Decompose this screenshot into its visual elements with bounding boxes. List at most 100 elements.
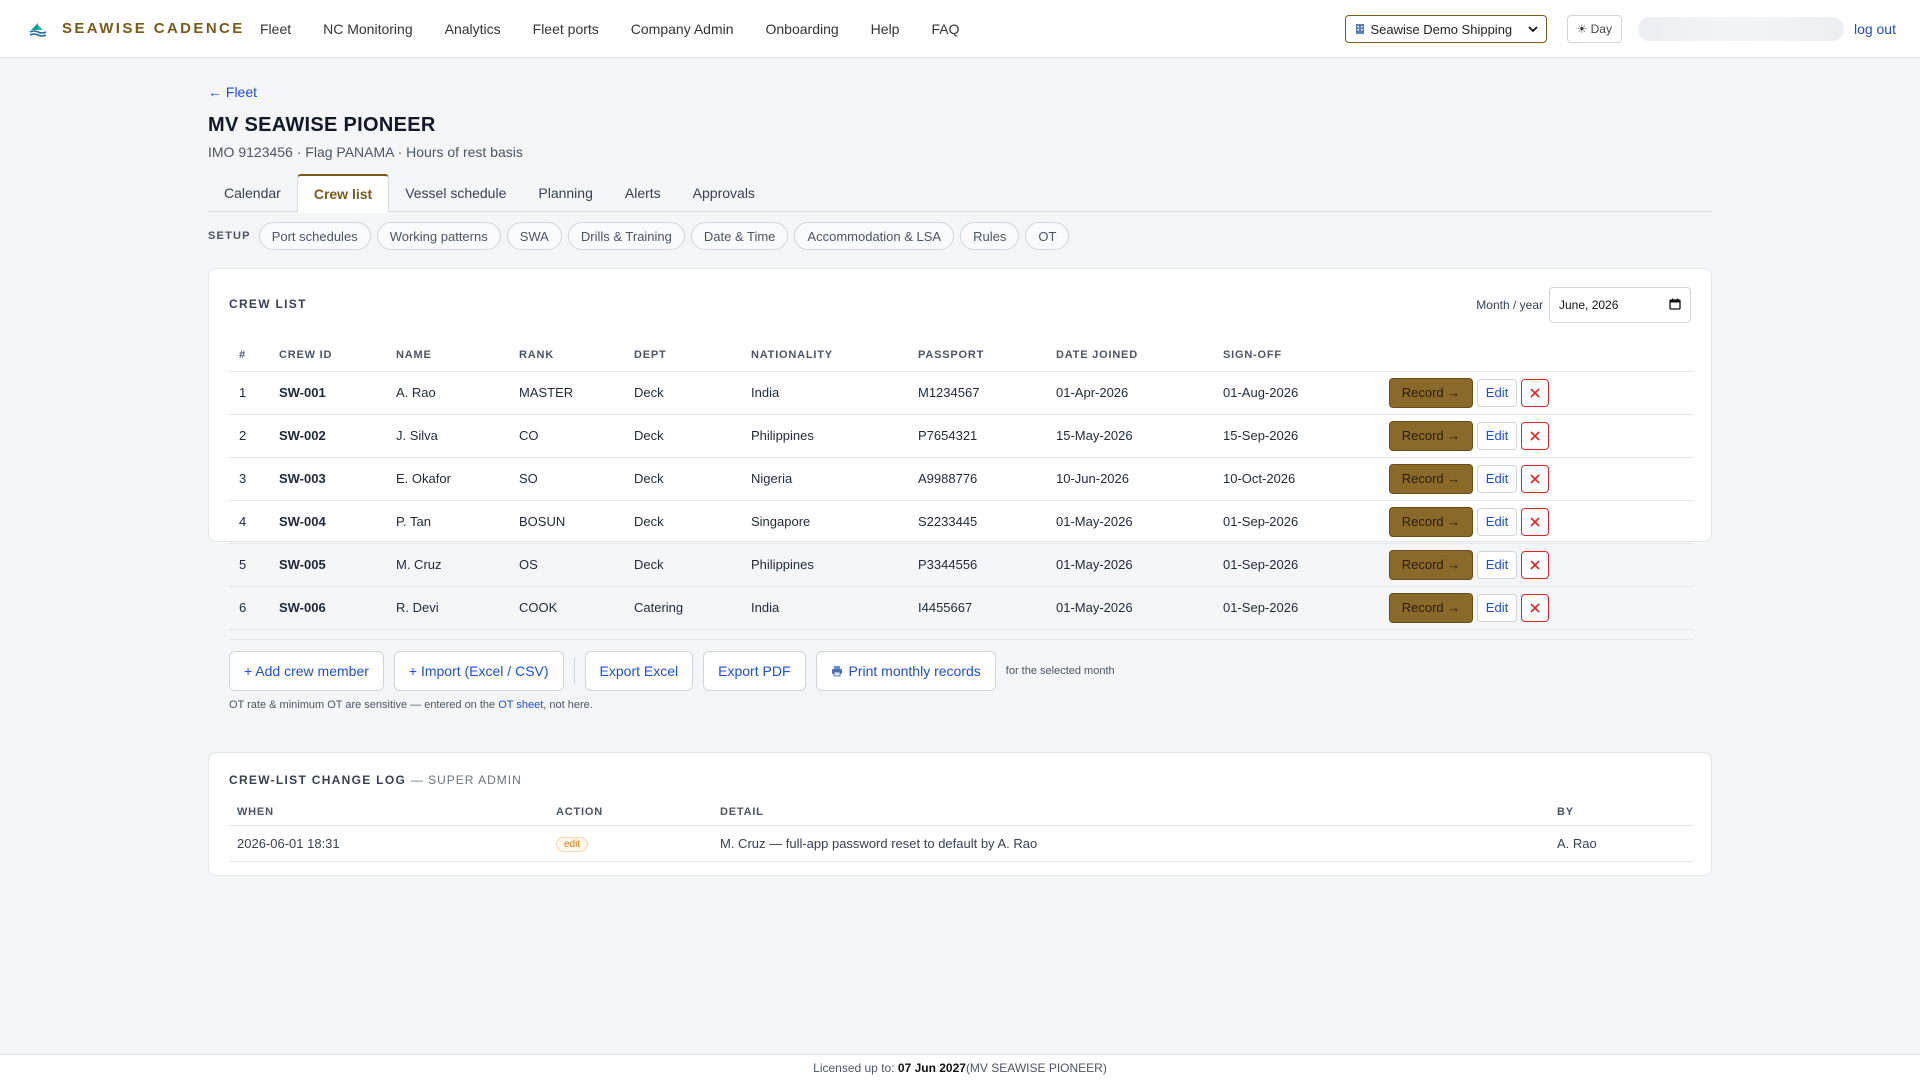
print-hint: for the selected month [1005,665,1115,677]
logout-link[interactable]: log out [1854,21,1896,37]
record-button[interactable]: Record → [1389,377,1473,408]
setup-swa[interactable]: SWA [506,222,562,250]
add-crew-member-button[interactable]: + Add crew member [229,651,384,691]
setup-rules[interactable]: Rules [960,222,1020,250]
setup-accommodation-lsa[interactable]: Accommodation & LSA [794,222,955,250]
export-pdf-button[interactable]: Export PDF [703,651,806,691]
crew-id: SW-001 [269,371,386,415]
delete-button[interactable] [1521,378,1549,407]
button-separator [573,658,575,684]
license-date: 07 Jun 2027 [897,1060,966,1075]
nav-nc-monitoring[interactable]: NC Monitoring [323,21,412,37]
change-log-header: WHEN ACTION DETAIL BY [229,799,1693,826]
delete-button[interactable] [1521,464,1549,493]
crew-actions: Record → Edit [1379,414,1693,458]
setup-port-schedules[interactable]: Port schedules [258,222,371,250]
tab-approvals[interactable]: Approvals [677,174,771,212]
delete-button[interactable] [1521,593,1549,622]
month-year-label: Month / year [1476,298,1543,312]
crew-list-card: CREW LIST Month / year June, 2026 # CREW… [208,268,1712,711]
chevron-down-icon [1527,22,1538,37]
brand[interactable]: SEAWISE CADENCE [28,19,260,39]
import-button[interactable]: + Import (Excel / CSV) [393,651,564,691]
crew-date-joined: 01-May-2026 [1046,543,1213,587]
license-footer: Licensed up to: 07 Jun 2027 (MV SEAWISE … [0,1054,1920,1080]
crew-passport: M1234567 [908,371,1046,415]
theme-toggle-button[interactable]: ☀ Day [1566,15,1622,43]
nav-onboarding[interactable]: Onboarding [766,21,839,37]
delete-button[interactable] [1521,507,1549,536]
table-row: 4 SW-004 P. Tan BOSUN Deck Singapore S2233445 0… [229,500,1693,544]
row-actions: Record → Edit [1389,549,1683,580]
page-title: MV SEAWISE PIONEER [208,114,436,136]
edit-button[interactable]: Edit [1477,550,1517,579]
crew-date-joined: 01-Apr-2026 [1046,371,1213,415]
crew-name: R. Devi [386,586,509,630]
crew-sign-off: 01-Sep-2026 [1213,543,1379,587]
crew-nationality: Philippines [741,543,908,587]
action-badge: edit [556,836,589,852]
crew-name: M. Cruz [386,543,509,587]
export-excel-button[interactable]: Export Excel [584,651,694,691]
print-monthly-records-button[interactable]: Print monthly records [815,651,996,691]
col-dept: DEPT [624,339,741,372]
calendar-icon[interactable] [1669,298,1681,313]
user-name-redacted [1637,17,1844,41]
delete-button[interactable] [1521,550,1549,579]
nav-analytics[interactable]: Analytics [445,21,501,37]
setup-working-patterns[interactable]: Working patterns [376,222,501,250]
tab-vessel-schedule[interactable]: Vessel schedule [389,174,522,212]
row-actions: Record → Edit [1389,463,1683,494]
tab-calendar[interactable]: Calendar [208,174,297,212]
nav-faq[interactable]: FAQ [931,21,959,37]
edit-button[interactable]: Edit [1477,421,1517,450]
edit-button[interactable]: Edit [1477,378,1517,407]
record-button[interactable]: Record → [1389,420,1473,451]
col-actions [1379,339,1693,372]
close-icon [1530,559,1540,570]
table-row: 3 SW-003 E. Okafor SO Deck Nigeria A9988776 10-… [229,457,1693,501]
row-actions: Record → Edit [1389,420,1683,451]
ship-wave-icon [28,19,48,39]
crew-sign-off: 01-Sep-2026 [1213,586,1379,630]
edit-button[interactable]: Edit [1477,593,1517,622]
crew-table: # CREW ID NAME RANK DEPT NATIONALITY PAS… [229,339,1693,630]
nav-fleet[interactable]: Fleet [260,21,291,37]
company-select[interactable]: Seawise Demo Shipping [1344,15,1547,43]
crew-dept: Deck [624,414,741,458]
month-year-value: June, 2026 [1559,298,1619,312]
record-button[interactable]: Record → [1389,592,1473,623]
vessel-meta: IMO 9123456 · Flag PANAMA · Hours of res… [208,144,523,160]
crew-id: SW-004 [269,500,386,544]
record-button[interactable]: Record → [1389,549,1473,580]
crew-dept: Deck [624,500,741,544]
nav-company-admin[interactable]: Company Admin [631,21,734,37]
print-monthly-records-label: Print monthly records [848,663,981,679]
ot-sheet-link[interactable]: OT sheet [498,699,543,711]
crew-number: 1 [229,371,269,415]
tab-crew-list[interactable]: Crew list [296,174,390,213]
month-year-input[interactable]: June, 2026 [1549,287,1691,323]
crew-date-joined: 01-May-2026 [1046,586,1213,630]
setup-ot[interactable]: OT [1025,222,1070,250]
edit-button[interactable]: Edit [1477,464,1517,493]
tab-planning[interactable]: Planning [522,174,609,212]
col-number: # [229,339,269,372]
nav-fleet-ports[interactable]: Fleet ports [533,21,599,37]
setup-drills-training[interactable]: Drills & Training [567,222,685,250]
building-icon [1354,23,1366,35]
delete-button[interactable] [1521,421,1549,450]
edit-button[interactable]: Edit [1477,507,1517,536]
nav-help[interactable]: Help [871,21,900,37]
setup-date-time[interactable]: Date & Time [690,222,789,250]
record-button[interactable]: Record → [1389,463,1473,494]
back-to-fleet-link[interactable]: ← Fleet [208,84,257,100]
vessel-tabs: Calendar Crew list Vessel schedule Plann… [208,174,1712,213]
table-row: 1 SW-001 A. Rao MASTER Deck India M1234567 01-A… [229,371,1693,415]
record-button[interactable]: Record → [1389,506,1473,537]
top-navbar: SEAWISE CADENCE Fleet NC Monitoring Anal… [0,0,1920,58]
table-row: 6 SW-006 R. Devi COOK Catering India I4455667 0… [229,586,1693,630]
tab-alerts[interactable]: Alerts [609,174,677,212]
close-icon [1530,473,1540,484]
footer-prefix: Licensed up to: [813,1060,895,1075]
